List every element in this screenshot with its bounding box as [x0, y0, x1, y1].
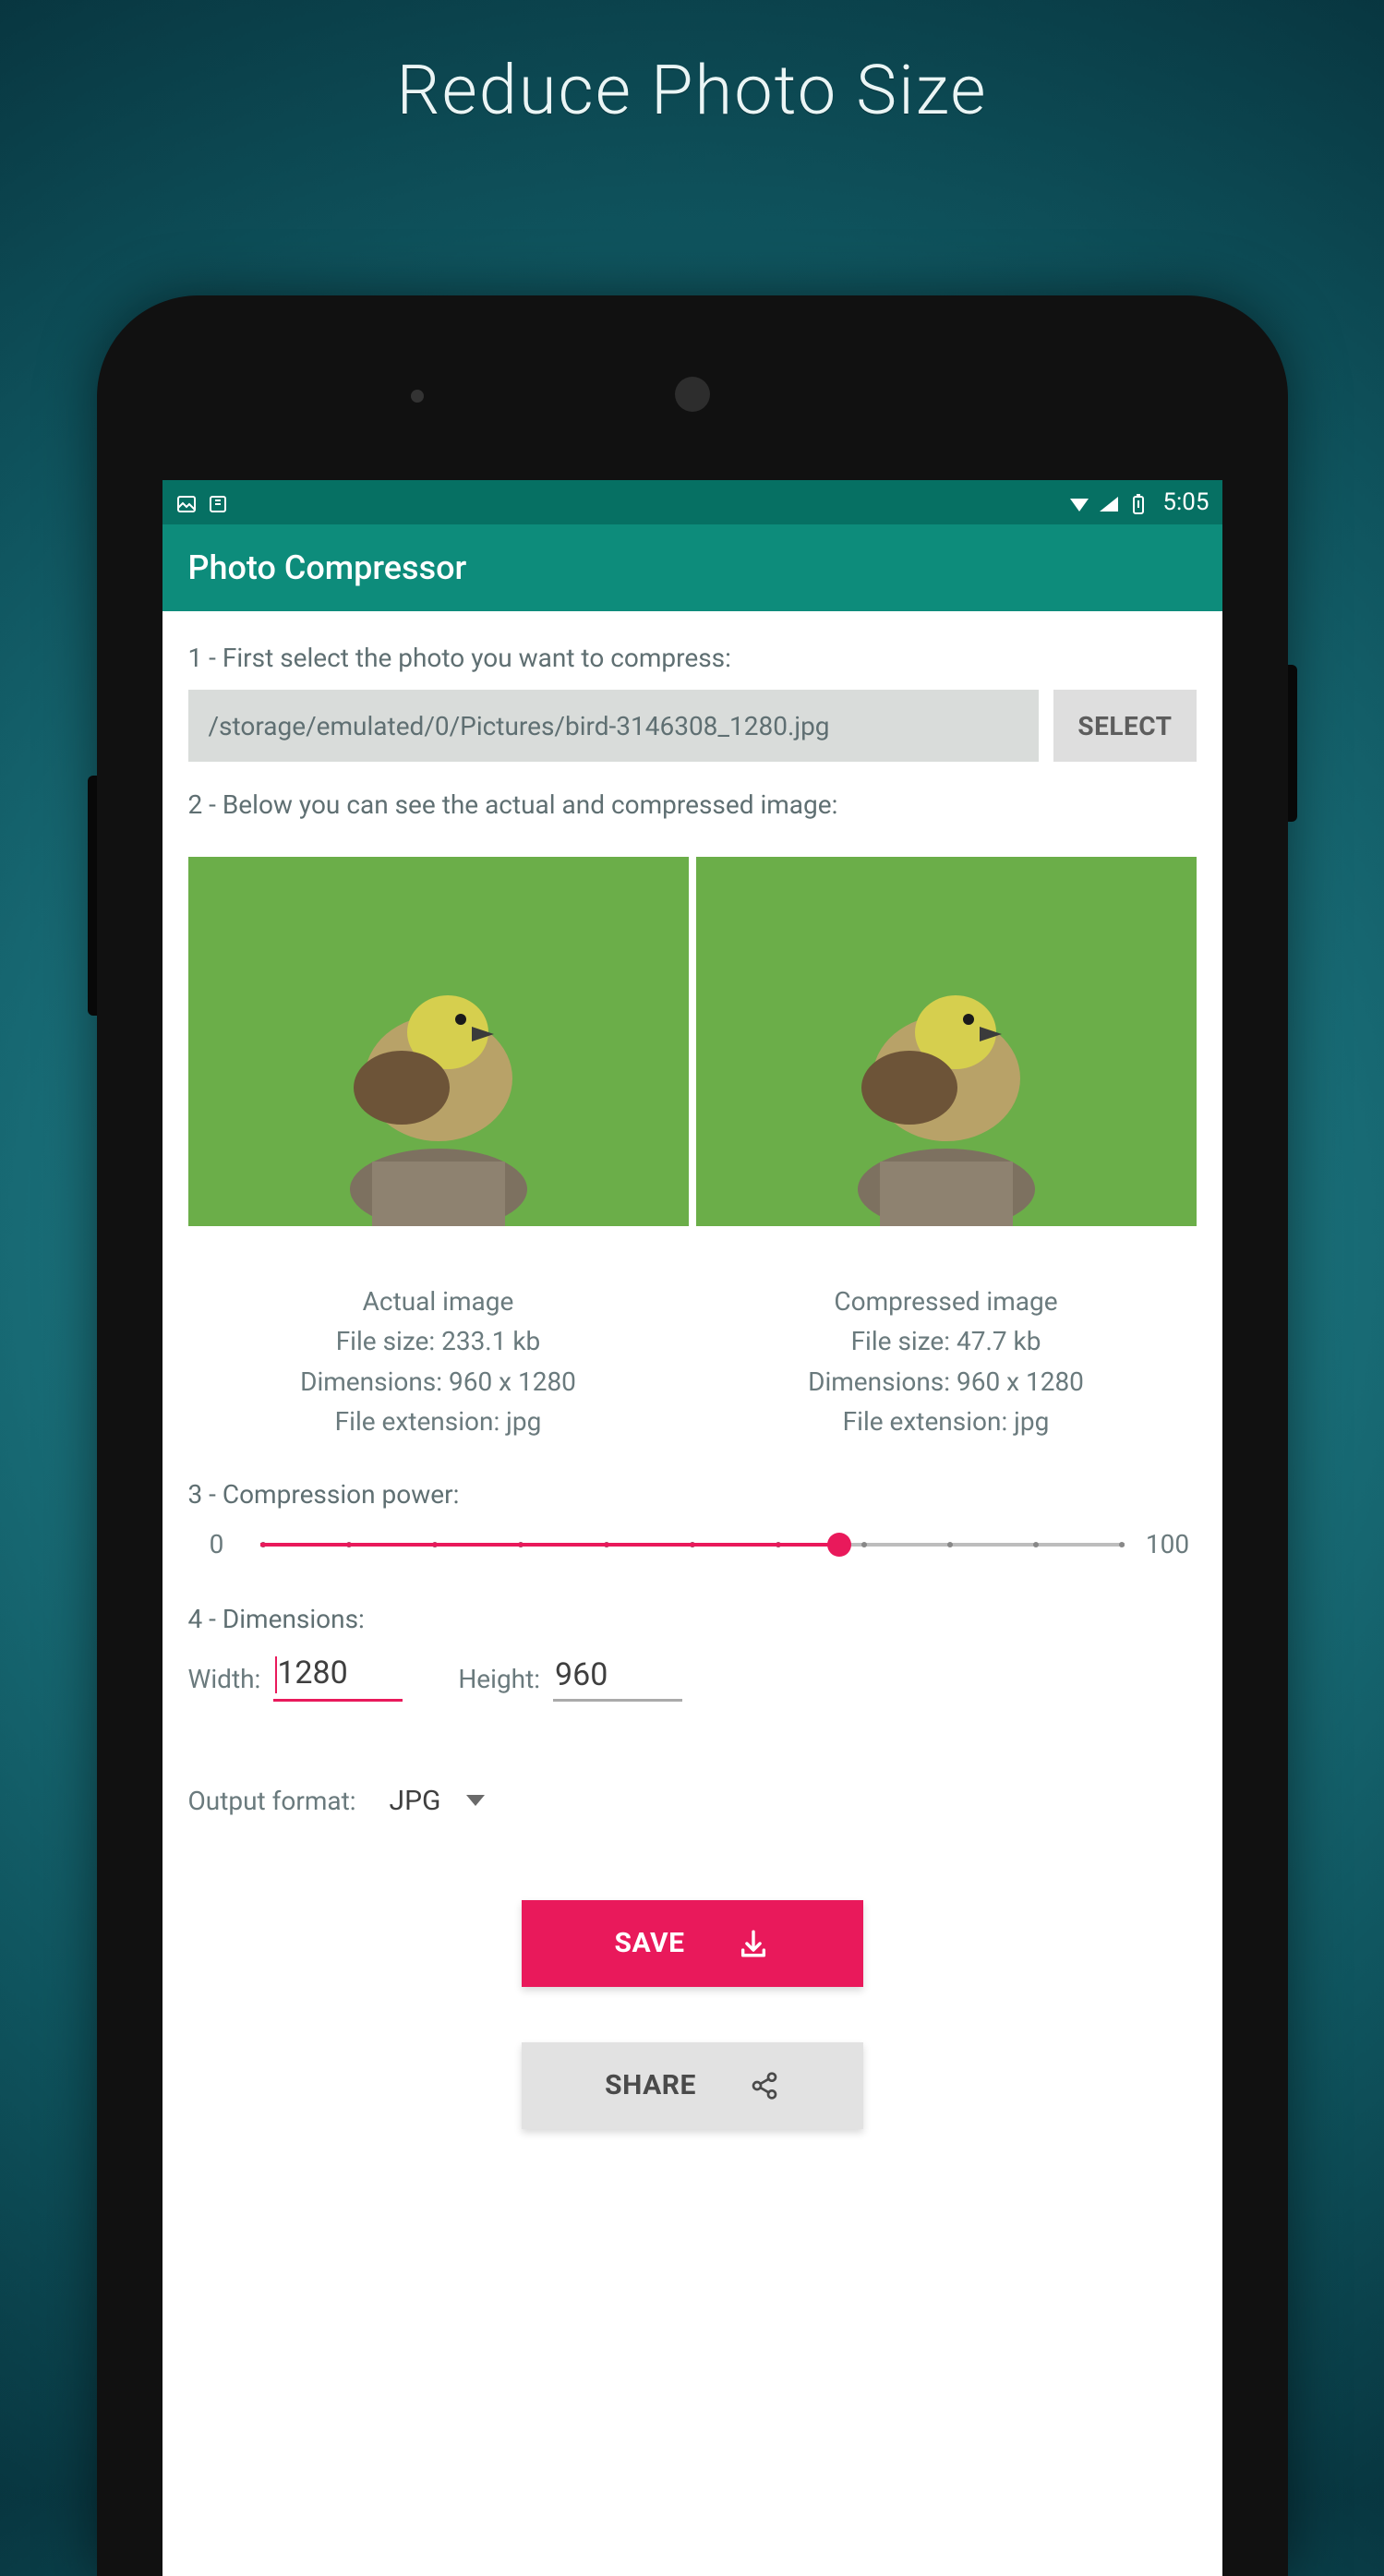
- phone-power-button: [1288, 665, 1297, 822]
- app-icon: [207, 493, 229, 512]
- select-button[interactable]: SELECT: [1053, 690, 1196, 762]
- phone-sensor: [411, 390, 424, 403]
- status-bar: 5:05: [162, 480, 1222, 524]
- slider-min: 0: [194, 1529, 240, 1559]
- signal-icon: [1098, 493, 1120, 512]
- compressed-image-preview: [696, 857, 1197, 1226]
- height-label: Height:: [458, 1664, 540, 1702]
- slider-fill: [260, 1543, 839, 1547]
- download-icon: [738, 1928, 769, 1959]
- share-icon: [750, 2071, 779, 2101]
- actual-ext: File extension: jpg: [188, 1402, 689, 1441]
- output-format-value: JPG: [390, 1785, 441, 1817]
- status-time: 5:05: [1162, 488, 1209, 516]
- chevron-down-icon: [466, 1795, 485, 1806]
- compressed-ext: File extension: jpg: [696, 1402, 1197, 1441]
- height-input[interactable]: 960: [553, 1653, 682, 1702]
- compressed-size: File size: 47.7 kb: [696, 1321, 1197, 1361]
- phone-speaker: [675, 377, 710, 412]
- file-path-field[interactable]: /storage/emulated/0/Pictures/bird-314630…: [188, 690, 1040, 762]
- slider-max: 100: [1145, 1529, 1191, 1559]
- phone-volume-button: [88, 776, 97, 1016]
- screen: 5:05 Photo Compressor 1 - First select t…: [162, 480, 1222, 2576]
- content[interactable]: 1 - First select the photo you want to c…: [162, 611, 1222, 2576]
- actual-image-meta: Actual image File size: 233.1 kb Dimensi…: [188, 1282, 689, 1442]
- slider-thumb[interactable]: [827, 1533, 851, 1557]
- phone-frame: 5:05 Photo Compressor 1 - First select t…: [97, 295, 1288, 2576]
- actual-size: File size: 233.1 kb: [188, 1321, 689, 1361]
- share-label: SHARE: [605, 2069, 696, 2101]
- step1-label: 1 - First select the photo you want to c…: [188, 643, 1197, 673]
- step4-label: 4 - Dimensions:: [188, 1604, 1197, 1634]
- image-icon: [175, 493, 198, 512]
- actual-image-preview: [188, 857, 689, 1226]
- output-format-select[interactable]: JPG: [384, 1776, 491, 1826]
- step3-label: 3 - Compression power:: [188, 1479, 1197, 1510]
- save-label: SAVE: [615, 1927, 685, 1959]
- compressed-title: Compressed image: [696, 1282, 1197, 1321]
- wifi-icon: [1068, 493, 1090, 512]
- width-input[interactable]: 1280: [273, 1651, 403, 1702]
- share-button[interactable]: SHARE: [522, 2042, 863, 2129]
- app-bar: Photo Compressor: [162, 524, 1222, 611]
- actual-title: Actual image: [188, 1282, 689, 1321]
- actual-dims: Dimensions: 960 x 1280: [188, 1362, 689, 1402]
- battery-icon: [1127, 493, 1149, 512]
- step2-label: 2 - Below you can see the actual and com…: [188, 789, 1197, 820]
- compressed-dims: Dimensions: 960 x 1280: [696, 1362, 1197, 1402]
- compression-slider[interactable]: [260, 1526, 1125, 1563]
- save-button[interactable]: SAVE: [522, 1900, 863, 1987]
- output-format-label: Output format:: [188, 1786, 356, 1816]
- hero-title: Reduce Photo Size: [0, 0, 1384, 131]
- width-label: Width:: [188, 1664, 261, 1702]
- app-title: Photo Compressor: [188, 548, 467, 587]
- compressed-image-meta: Compressed image File size: 47.7 kb Dime…: [696, 1282, 1197, 1442]
